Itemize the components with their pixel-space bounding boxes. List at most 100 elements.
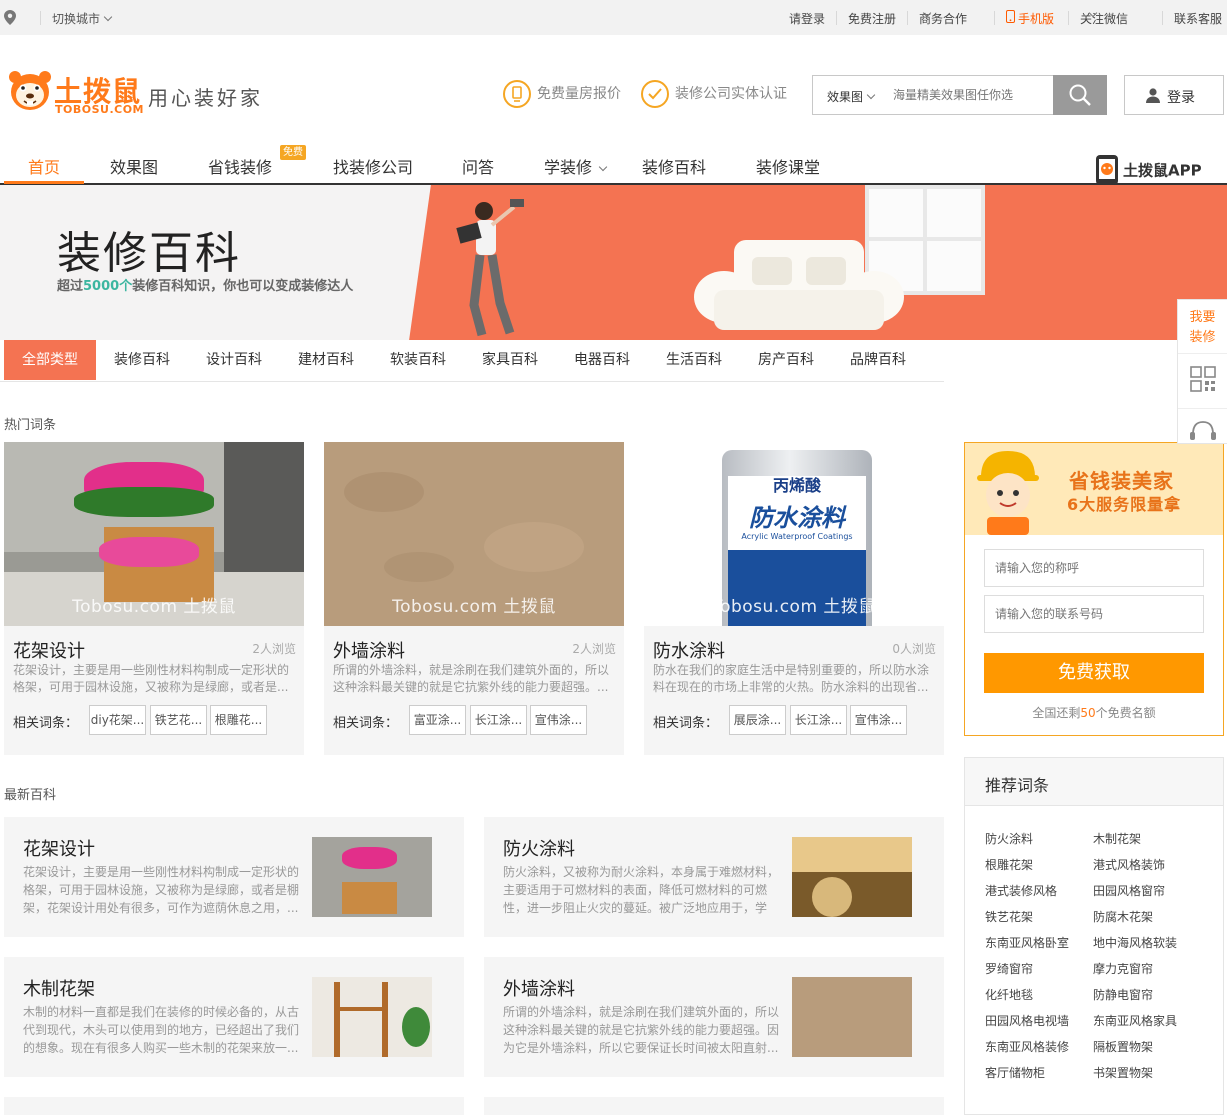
customer-service-icon[interactable]: [1189, 420, 1217, 442]
nav-save-money[interactable]: 省钱装修: [208, 154, 272, 178]
hot-card[interactable]: 丙烯酸 防水涂料 Acrylic Waterproof Coatings Tob…: [644, 442, 944, 755]
check-icon: [641, 80, 669, 108]
hot-card-title[interactable]: 外墙涂料: [333, 637, 405, 663]
related-tag[interactable]: 宣伟涂...: [530, 705, 587, 735]
wall-paint-texture-image: Tobosu.com 土拨鼠: [324, 442, 624, 626]
nav-qa[interactable]: 问答: [462, 154, 494, 178]
latest-card-title[interactable]: 防火涂料: [503, 835, 575, 861]
search-input[interactable]: [893, 80, 1053, 110]
related-tag[interactable]: 展辰涂...: [729, 705, 786, 735]
hot-card[interactable]: Tobosu.com 土拨鼠 外墙涂料 2人浏览 所谓的外墙涂料，就是涂刷在我们…: [324, 442, 624, 755]
tab-decoration[interactable]: 装修百科: [96, 340, 188, 380]
related-tag[interactable]: 长江涂...: [470, 705, 527, 735]
qr-code-icon[interactable]: [1190, 366, 1216, 392]
nav-home[interactable]: 首页: [28, 154, 60, 178]
hot-card-title[interactable]: 花架设计: [13, 637, 85, 663]
recommended-link[interactable]: 摩力克窗帘: [1093, 960, 1153, 977]
nav-find-company[interactable]: 找装修公司: [333, 154, 413, 178]
latest-card-title[interactable]: 木制花架: [23, 975, 95, 1001]
chevron-down-icon: [598, 162, 608, 172]
latest-card[interactable]: 外墙涂料 所谓的外墙涂料，就是涂刷在我们建筑外面的，所以这种涂料最关键的就是它抗…: [484, 957, 944, 1077]
tab-all[interactable]: 全部类型: [4, 340, 96, 380]
remaining-prefix: 全国还剩: [1032, 706, 1081, 720]
hot-section-title: 热门词条: [4, 418, 57, 433]
recommended-link[interactable]: 港式装修风格: [985, 882, 1057, 899]
recommended-link[interactable]: 铁艺花架: [985, 908, 1033, 925]
latest-card[interactable]: 木制花架 木制的材料一直都是我们在装修的时候必备的，从古代到现代，木头可以使用到…: [4, 957, 464, 1077]
app-download-link[interactable]: 土拨鼠APP: [1091, 154, 1202, 186]
promo-form: 省钱装美家 6大服务限量拿 免费获取 全国还剩50个免费名额: [964, 442, 1224, 736]
latest-card-title[interactable]: 外墙涂料: [503, 975, 575, 1001]
register-link[interactable]: 免费注册: [848, 10, 896, 27]
logo-domain: TOBOSU.COM: [55, 103, 144, 116]
related-tag[interactable]: 富亚涂...: [409, 705, 466, 735]
search-type-label: 效果图: [827, 90, 864, 104]
mobile-link[interactable]: 手机版: [1006, 10, 1054, 26]
recommended-link[interactable]: 东南亚风格家具: [1093, 1012, 1177, 1029]
recommended-link[interactable]: 田园风格窗帘: [1093, 882, 1165, 899]
want-renovate-button[interactable]: 我要 装修: [1178, 300, 1227, 354]
hot-card-views: 2人浏览: [572, 642, 616, 656]
recommended-link[interactable]: 防腐木花架: [1093, 908, 1153, 925]
related-tag[interactable]: diy花架...: [89, 705, 146, 735]
tab-materials[interactable]: 建材百科: [280, 340, 372, 380]
hot-card-title[interactable]: 防水涂料: [653, 637, 725, 663]
recommended-link[interactable]: 东南亚风格装修: [985, 1038, 1069, 1055]
promo-subtitle: 6大服务限量拿: [1067, 495, 1182, 514]
free-get-button[interactable]: 免费获取: [984, 653, 1204, 693]
recommended-link[interactable]: 化纤地毯: [985, 986, 1033, 1003]
login-link[interactable]: 请登录: [789, 10, 825, 27]
latest-card[interactable]: [484, 1097, 944, 1115]
banner-sub-highlight: 5000个: [83, 279, 133, 294]
related-label: 相关词条：: [13, 716, 79, 731]
related-tag[interactable]: 铁艺花...: [150, 705, 207, 735]
tab-design[interactable]: 设计百科: [188, 340, 280, 380]
related-tag[interactable]: 根雕花...: [210, 705, 267, 735]
watermark: Tobosu.com 土拨鼠: [72, 597, 236, 617]
tab-real-estate[interactable]: 房产百科: [740, 340, 832, 380]
related-tag[interactable]: 长江涂...: [790, 705, 847, 735]
watermark: Tobosu.com 土拨鼠: [392, 597, 556, 617]
latest-card-desc: 木制的材料一直都是我们在装修的时候必备的，从古代到现代，木头可以使用到的地方，已…: [23, 1005, 300, 1055]
recommended-link[interactable]: 根雕花架: [985, 856, 1033, 873]
service-link[interactable]: 联系客服: [1174, 10, 1222, 27]
name-input[interactable]: [985, 550, 1203, 586]
recommended-link[interactable]: 书架置物架: [1093, 1064, 1153, 1081]
recommended-link[interactable]: 防静电窗帘: [1093, 986, 1153, 1003]
tab-furniture[interactable]: 家具百科: [464, 340, 556, 380]
recommended-link[interactable]: 东南亚风格卧室: [985, 934, 1069, 951]
search-type-dropdown[interactable]: 效果图: [827, 88, 876, 105]
nav-effects[interactable]: 效果图: [110, 154, 158, 178]
banner: 装修百科 超过5000个装修百科知识，你也可以变成装修达人: [0, 185, 1227, 340]
recommended-link[interactable]: 港式风格装饰: [1093, 856, 1165, 873]
login-button[interactable]: 登录: [1124, 75, 1224, 115]
nav-classroom[interactable]: 装修课堂: [756, 154, 820, 178]
recommended-link[interactable]: 罗绮窗帘: [985, 960, 1033, 977]
recommended-link[interactable]: 客厅储物柜: [985, 1064, 1045, 1081]
tab-appliances[interactable]: 电器百科: [556, 340, 648, 380]
recommended-link[interactable]: 地中海风格软装: [1093, 934, 1177, 951]
tab-soft-furnishing[interactable]: 软装百科: [372, 340, 464, 380]
latest-card[interactable]: 花架设计 花架设计，主要是用一些刚性材料构制成一定形状的格架，可用于园林设施，又…: [4, 817, 464, 937]
recommended-link[interactable]: 田园风格电视墙: [985, 1012, 1069, 1029]
recommended-link[interactable]: 防火涂料: [985, 830, 1033, 847]
tab-brands[interactable]: 品牌百科: [832, 340, 924, 380]
mascot-logo-icon[interactable]: [8, 68, 52, 114]
latest-card-title[interactable]: 花架设计: [23, 835, 95, 861]
mobile-label: 手机版: [1018, 12, 1055, 26]
tab-life[interactable]: 生活百科: [648, 340, 740, 380]
hot-card[interactable]: Tobosu.com 土拨鼠 花架设计 2人浏览 花架设计，主要是用一些刚性材料…: [4, 442, 304, 755]
latest-card[interactable]: 防火涂料 防火涂料，又被称为耐火涂料，本身属于难燃材料，主要适用于可燃材料的表面…: [484, 817, 944, 937]
latest-card[interactable]: [4, 1097, 464, 1115]
recommended-link[interactable]: 木制花架: [1093, 830, 1141, 847]
related-tag[interactable]: 宣伟涂...: [850, 705, 907, 735]
nav-learn[interactable]: 学装修: [544, 154, 608, 178]
nav-encyclopedia[interactable]: 装修百科: [642, 154, 706, 178]
divider: [1178, 408, 1227, 409]
recommended-link[interactable]: 隔板置物架: [1093, 1038, 1153, 1055]
phone-input[interactable]: [985, 596, 1203, 632]
banner-sub-prefix: 超过: [57, 279, 84, 294]
search-button[interactable]: [1053, 75, 1107, 115]
hot-card-desc: 防水在我们的家庭生活中是特别重要的，所以防水涂料在现在的市场上非常的火热。防水涂…: [653, 663, 930, 694]
mobile-icon: [1006, 10, 1015, 23]
